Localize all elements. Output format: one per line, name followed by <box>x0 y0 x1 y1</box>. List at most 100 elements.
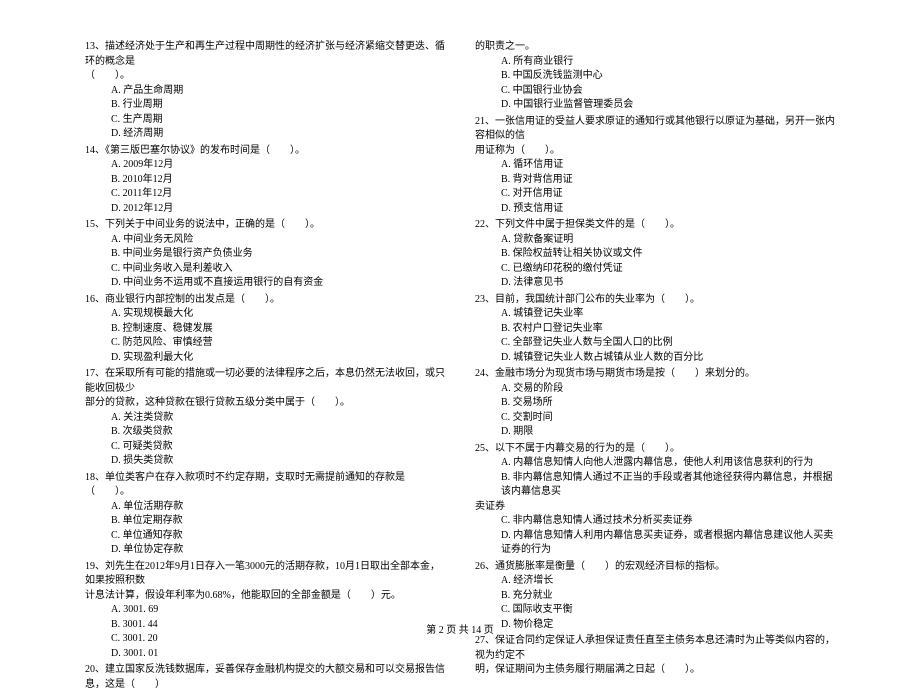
left-column: 13、描述经济处于生产和再生产过程中周期性的经济扩张与经济紧缩交替更迭、循环的概… <box>85 40 445 694</box>
option-a: A. 单位活期存款 <box>111 500 445 515</box>
question-text: 22、下列文件中属于担保类文件的是（ ）。 <box>475 218 835 233</box>
option-d: D. 中国银行业监督管理委员会 <box>501 98 835 113</box>
option-b: B. 充分就业 <box>501 589 835 604</box>
option-c: C. 交割时间 <box>501 411 835 426</box>
question-text: 18、单位类客户在存入款项时不约定存期，支取时无需提前通知的存款是（ ）。 <box>85 471 445 500</box>
option-a: A. 实现规模最大化 <box>111 307 445 322</box>
option-d: D. 预支信用证 <box>501 202 835 217</box>
option-d: D. 单位协定存款 <box>111 543 445 558</box>
options: A. 实现规模最大化 B. 控制速度、稳健发展 C. 防范风险、审慎经营 D. … <box>85 307 445 365</box>
option-c: C. 生产周期 <box>111 113 445 128</box>
options: A. 交易的阶段 B. 交易场所 C. 交割时间 D. 期限 <box>475 382 835 440</box>
two-column-layout: 13、描述经济处于生产和再生产过程中周期性的经济扩张与经济紧缩交替更迭、循环的概… <box>0 40 920 694</box>
option-a: A. 经济增长 <box>501 574 835 589</box>
options: A. 关注类贷款 B. 次级类贷款 C. 可疑类贷款 D. 损失类贷款 <box>85 411 445 469</box>
option-c: C. 中间业务收入是利差收入 <box>111 262 445 277</box>
option-b: B. 农村户口登记失业率 <box>501 322 835 337</box>
option-d: D. 2012年12月 <box>111 202 445 217</box>
option-c: C. 可疑类贷款 <box>111 440 445 455</box>
option-d: D. 城镇登记失业人数占城镇从业人数的百分比 <box>501 351 835 366</box>
option-b: B. 背对背信用证 <box>501 173 835 188</box>
question-text: 16、商业银行内部控制的出发点是（ ）。 <box>85 293 445 308</box>
option-a: A. 城镇登记失业率 <box>501 307 835 322</box>
exam-page: 13、描述经济处于生产和再生产过程中周期性的经济扩张与经济紧缩交替更迭、循环的概… <box>0 0 920 650</box>
option-c: C. 单位通知存款 <box>111 529 445 544</box>
option-d: D. 中间业务不运用或不直接运用银行的自有资金 <box>111 276 445 291</box>
question-cont: 计息法计算，假设年利率为0.68%，他能取回的全部金额是（ ）元。 <box>85 589 445 604</box>
option-b: B. 中国反洗钱监测中心 <box>501 69 835 84</box>
options: A. 贷款备案证明 B. 保险权益转让相关协议或文件 C. 已缴纳印花税的缴付凭… <box>475 233 835 291</box>
question-text: 15、下列关于中间业务的说法中，正确的是（ ）。 <box>85 218 445 233</box>
option-a: A. 2009年12月 <box>111 158 445 173</box>
q25: 25、以下不属于内幕交易的行为的是（ ）。 A. 内幕信息知情人向他人泄露内幕信… <box>475 442 835 558</box>
option-b: B. 交易场所 <box>501 396 835 411</box>
option-c: C. 已缴纳印花税的缴付凭证 <box>501 262 835 277</box>
question-text: 27、保证合同约定保证人承担保证责任直至主债务本息还清时为止等类似内容的，视为约… <box>475 634 835 663</box>
question-text: 19、刘先生在2012年9月1日存入一笔3000元的活期存款，10月1日取出全部… <box>85 560 445 589</box>
question-text: 14、《第三版巴塞尔协议》的发布时间是（ ）。 <box>85 144 445 159</box>
option-b: B. 2010年12月 <box>111 173 445 188</box>
q18: 18、单位类客户在存入款项时不约定存期，支取时无需提前通知的存款是（ ）。 A.… <box>85 471 445 558</box>
question-cont: 的职责之一。 <box>475 40 835 55</box>
q14: 14、《第三版巴塞尔协议》的发布时间是（ ）。 A. 2009年12月 B. 2… <box>85 144 445 217</box>
question-text: 13、描述经济处于生产和再生产过程中周期性的经济扩张与经济紧缩交替更迭、循环的概… <box>85 40 445 69</box>
options: A. 2009年12月 B. 2010年12月 C. 2011年12月 D. 2… <box>85 158 445 216</box>
option-b: B. 行业周期 <box>111 98 445 113</box>
q27: 27、保证合同约定保证人承担保证责任直至主债务本息还清时为止等类似内容的，视为约… <box>475 634 835 678</box>
option-b: B. 保险权益转让相关协议或文件 <box>501 247 835 262</box>
option-d: D. 3001. 01 <box>111 647 445 662</box>
question-cont: 卖证券 <box>475 500 835 515</box>
q20: 20、建立国家反洗钱数据库，妥善保存金融机构提交的大额交易和可以交易报告信息，这… <box>85 663 445 692</box>
q22: 22、下列文件中属于担保类文件的是（ ）。 A. 贷款备案证明 B. 保险权益转… <box>475 218 835 291</box>
option-c: C. 非内幕信息知情人通过技术分析买卖证券 <box>501 514 835 529</box>
option-d: D. 实现盈利最大化 <box>111 351 445 366</box>
q23: 23、目前，我国统计部门公布的失业率为（ ）。 A. 城镇登记失业率 B. 农村… <box>475 293 835 366</box>
question-text: 24、金融市场分为现货市场与期货市场是按（ ）来划分的。 <box>475 367 835 382</box>
options: A. 单位活期存款 B. 单位定期存款 C. 单位通知存款 D. 单位协定存款 <box>85 500 445 558</box>
option-c: C. 防范风险、审慎经营 <box>111 336 445 351</box>
question-text: 21、一张信用证的受益人要求原证的通知行或其他银行以原证为基础，另开一张内容相似… <box>475 115 835 144</box>
option-a: A. 贷款备案证明 <box>501 233 835 248</box>
options: C. 非内幕信息知情人通过技术分析买卖证券 D. 内幕信息知情人利用内幕信息买卖… <box>475 514 835 558</box>
option-a: A. 关注类贷款 <box>111 411 445 426</box>
option-c: C. 全部登记失业人数与全国人口的比例 <box>501 336 835 351</box>
options: A. 循环信用证 B. 背对背信用证 C. 对开信用证 D. 预支信用证 <box>475 158 835 216</box>
option-d: D. 法律意见书 <box>501 276 835 291</box>
q21: 21、一张信用证的受益人要求原证的通知行或其他银行以原证为基础，另开一张内容相似… <box>475 115 835 217</box>
option-a: A. 3001. 69 <box>111 603 445 618</box>
option-d: D. 损失类贷款 <box>111 454 445 469</box>
question-cont: 用证称为（ ）。 <box>475 144 835 159</box>
q24: 24、金融市场分为现货市场与期货市场是按（ ）来划分的。 A. 交易的阶段 B.… <box>475 367 835 440</box>
q13: 13、描述经济处于生产和再生产过程中周期性的经济扩张与经济紧缩交替更迭、循环的概… <box>85 40 445 142</box>
option-b: B. 控制速度、稳健发展 <box>111 322 445 337</box>
option-a: A. 所有商业银行 <box>501 55 835 70</box>
question-cont: 明，保证期间为主债务履行期届满之日起（ ）。 <box>475 663 835 678</box>
question-text: 20、建立国家反洗钱数据库，妥善保存金融机构提交的大额交易和可以交易报告信息，这… <box>85 663 445 692</box>
q20-cont: 的职责之一。 A. 所有商业银行 B. 中国反洗钱监测中心 C. 中国银行业协会… <box>475 40 835 113</box>
option-c: C. 国际收支平衡 <box>501 603 835 618</box>
q15: 15、下列关于中间业务的说法中，正确的是（ ）。 A. 中间业务无风险 B. 中… <box>85 218 445 291</box>
q16: 16、商业银行内部控制的出发点是（ ）。 A. 实现规模最大化 B. 控制速度、… <box>85 293 445 366</box>
question-text: 23、目前，我国统计部门公布的失业率为（ ）。 <box>475 293 835 308</box>
question-text: 17、在采取所有可能的措施或一切必要的法律程序之后，本息仍然无法收回，或只能收回… <box>85 367 445 396</box>
option-c: C. 中国银行业协会 <box>501 84 835 99</box>
question-cont: 部分的贷款，这种贷款在银行贷款五级分类中属于（ ）。 <box>85 396 445 411</box>
option-b: B. 非内幕信息知情人通过不正当的手段或者其他途径获得内幕信息，并根据该内幕信息… <box>501 471 835 500</box>
option-c: C. 对开信用证 <box>501 187 835 202</box>
option-a: A. 循环信用证 <box>501 158 835 173</box>
option-c: C. 2011年12月 <box>111 187 445 202</box>
question-text: 25、以下不属于内幕交易的行为的是（ ）。 <box>475 442 835 457</box>
options: A. 内幕信息知情人向他人泄露内幕信息，使他人利用该信息获利的行为 B. 非内幕… <box>475 456 835 500</box>
options: A. 城镇登记失业率 B. 农村户口登记失业率 C. 全部登记失业人数与全国人口… <box>475 307 835 365</box>
option-b: B. 次级类贷款 <box>111 425 445 440</box>
options: A. 所有商业银行 B. 中国反洗钱监测中心 C. 中国银行业协会 D. 中国银… <box>475 55 835 113</box>
page-footer: 第 2 页 共 14 页 <box>0 621 920 636</box>
option-d: D. 经济周期 <box>111 127 445 142</box>
options: A. 中间业务无风险 B. 中间业务是银行资产负债业务 C. 中间业务收入是利差… <box>85 233 445 291</box>
option-d: D. 内幕信息知情人利用内幕信息买卖证券，或者根据内幕信息建议他人买卖证券的行为 <box>501 529 835 558</box>
option-d: D. 期限 <box>501 425 835 440</box>
option-b: B. 中间业务是银行资产负债业务 <box>111 247 445 262</box>
q19: 19、刘先生在2012年9月1日存入一笔3000元的活期存款，10月1日取出全部… <box>85 560 445 662</box>
question-cont: （ ）。 <box>85 69 445 84</box>
options: A. 产品生命周期 B. 行业周期 C. 生产周期 D. 经济周期 <box>85 84 445 142</box>
